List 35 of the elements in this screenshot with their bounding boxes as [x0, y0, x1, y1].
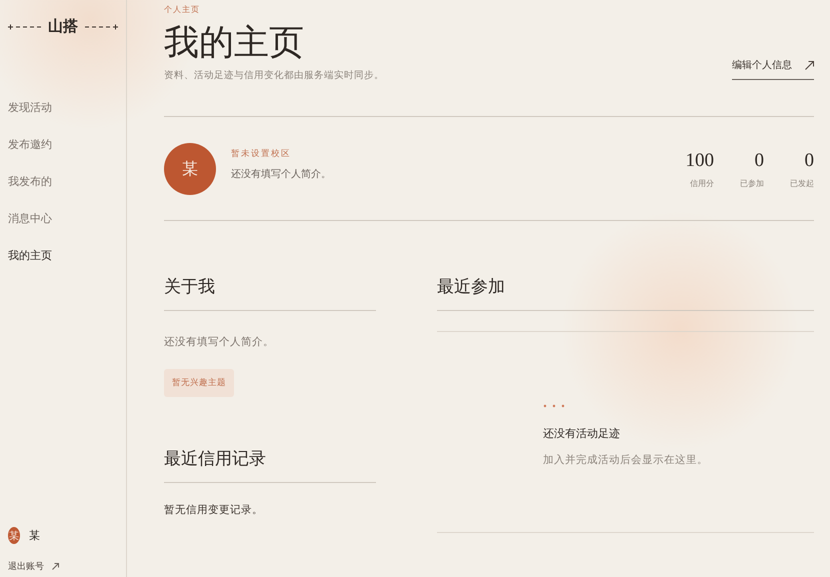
ornament-icon [8, 22, 42, 30]
stat-value: 0 [754, 150, 764, 172]
ornament-icon [84, 22, 118, 30]
nav-item[interactable]: 我的主页 [8, 248, 52, 263]
interest-tag: 暂无兴趣主题 [164, 369, 234, 397]
stat-value: 0 [804, 150, 814, 172]
stat-label: 已发起 [790, 178, 814, 188]
section-title: 最近信用记录 [164, 447, 376, 483]
arrow-icon [805, 60, 814, 70]
stat-label: 已参加 [740, 178, 764, 188]
stat-value: 100 [686, 150, 714, 172]
nav-item[interactable]: 发现活动 [8, 100, 52, 115]
empty-text: 加入并完成活动后会显示在这里。 [543, 453, 708, 467]
edit-profile-link[interactable]: 编辑个人信息 [732, 58, 814, 80]
user-name: 某 [29, 528, 40, 543]
page-subtitle: 资料、活动足迹与信用变化都由服务端实时同步。 [164, 69, 384, 82]
credit-empty-text: 暂无信用变更记录。 [164, 503, 263, 517]
breadcrumb: 个人主页 [164, 4, 201, 15]
logout-link[interactable]: 退出账号 [8, 560, 118, 573]
bio-text: 还没有填写个人简介。 [231, 168, 332, 180]
page-title: 我的主页 [164, 23, 305, 63]
campus-label: 暂未设置校区 [231, 148, 292, 160]
stat-label: 信用分 [690, 178, 714, 188]
about-text: 还没有填写个人简介。 [164, 335, 274, 349]
avatar: 某 [164, 143, 216, 195]
logo-text: 山搭 [48, 17, 78, 36]
arrow-icon [52, 563, 59, 570]
section-title: 最近参加 [437, 275, 814, 311]
avatar: 某 [8, 527, 20, 544]
nav-item[interactable]: 我发布的 [8, 174, 52, 189]
empty-title: 还没有活动足迹 [543, 426, 620, 441]
section-title: 关于我 [164, 275, 376, 311]
dots-icon [543, 404, 565, 408]
nav-item[interactable]: 发布邀约 [8, 137, 52, 152]
nav-item[interactable]: 消息中心 [8, 211, 52, 226]
